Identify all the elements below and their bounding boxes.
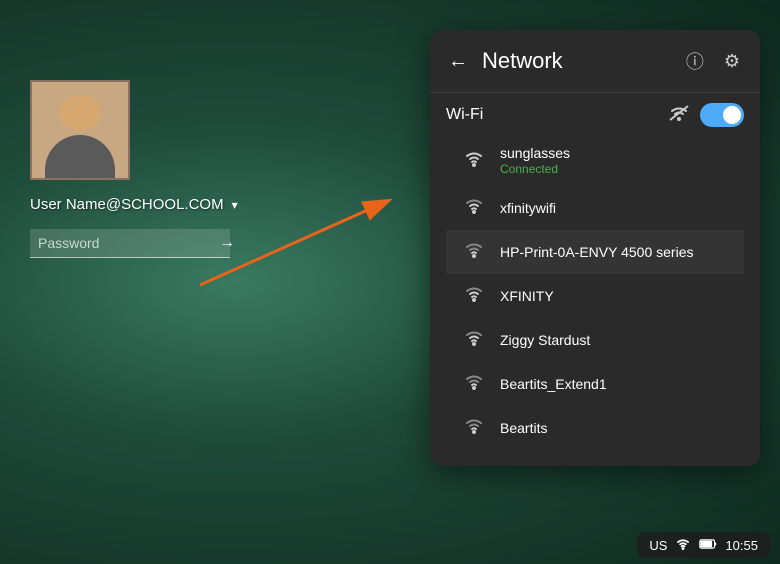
network-info: HP-Print-0A-ENVY 4500 series [500, 244, 693, 260]
network-item[interactable]: xfinitywifi [446, 186, 744, 230]
taskbar-wifi-icon [675, 537, 691, 553]
network-name: xfinitywifi [500, 200, 556, 216]
network-header: ← Network ⓘ ⚙ [430, 30, 760, 93]
wifi-signal-icon [462, 149, 486, 173]
password-input[interactable] [38, 233, 219, 253]
network-info: xfinitywifi [500, 200, 556, 216]
settings-button[interactable]: ⚙ [720, 47, 744, 76]
username-row: User Name@SCHOOL.COM ▾ [30, 196, 238, 213]
network-name: XFINITY [500, 288, 554, 304]
wifi-signal-icon [462, 284, 486, 308]
password-row: → [30, 229, 230, 258]
wifi-signal-icon [462, 328, 486, 352]
taskbar: US 10:55 [637, 532, 770, 558]
avatar [30, 80, 130, 180]
login-panel: User Name@SCHOOL.COM ▾ → [30, 80, 238, 258]
network-item[interactable]: HP-Print-0A-ENVY 4500 series [446, 230, 744, 274]
taskbar-battery-icon [699, 537, 717, 553]
username-text: User Name@SCHOOL.COM [30, 196, 224, 213]
dropdown-arrow-icon[interactable]: ▾ [232, 198, 238, 212]
network-info: sunglasses Connected [500, 145, 570, 176]
avatar-body [45, 135, 115, 178]
taskbar-time: 10:55 [725, 538, 758, 553]
network-item[interactable]: Beartits_Extend1 [446, 362, 744, 406]
network-info: Ziggy Stardust [500, 332, 590, 348]
back-button[interactable]: ← [446, 49, 470, 73]
network-info: Beartits [500, 420, 547, 436]
network-item[interactable]: XFINITY [446, 274, 744, 318]
network-info: XFINITY [500, 288, 554, 304]
wifi-label: Wi-Fi [446, 106, 483, 124]
wifi-controls [668, 103, 744, 127]
network-name: Ziggy Stardust [500, 332, 590, 348]
wifi-signal-header-icon [668, 104, 690, 127]
wifi-signal-icon [462, 416, 486, 440]
taskbar-locale: US [649, 538, 667, 553]
submit-button[interactable]: → [219, 234, 235, 252]
network-title: Network [482, 48, 670, 74]
network-name: Beartits [500, 420, 547, 436]
network-status: Connected [500, 162, 570, 176]
network-name: Beartits_Extend1 [500, 376, 607, 392]
wifi-toggle[interactable] [700, 103, 744, 127]
network-name: HP-Print-0A-ENVY 4500 series [500, 244, 693, 260]
wifi-signal-icon [462, 196, 486, 220]
network-list: sunglasses Connected xfinitywifi [446, 135, 744, 456]
wifi-signal-icon [462, 372, 486, 396]
avatar-head [59, 94, 101, 131]
wifi-signal-icon [462, 240, 486, 264]
network-info: Beartits_Extend1 [500, 376, 607, 392]
info-button[interactable]: ⓘ [682, 44, 708, 78]
network-item[interactable]: Beartits [446, 406, 744, 450]
network-name: sunglasses [500, 145, 570, 161]
network-panel: ← Network ⓘ ⚙ Wi-Fi [430, 30, 760, 466]
network-item[interactable]: sunglasses Connected [446, 135, 744, 186]
network-item[interactable]: Ziggy Stardust [446, 318, 744, 362]
wifi-section: Wi-Fi [430, 93, 760, 466]
wifi-header-row: Wi-Fi [446, 103, 744, 127]
